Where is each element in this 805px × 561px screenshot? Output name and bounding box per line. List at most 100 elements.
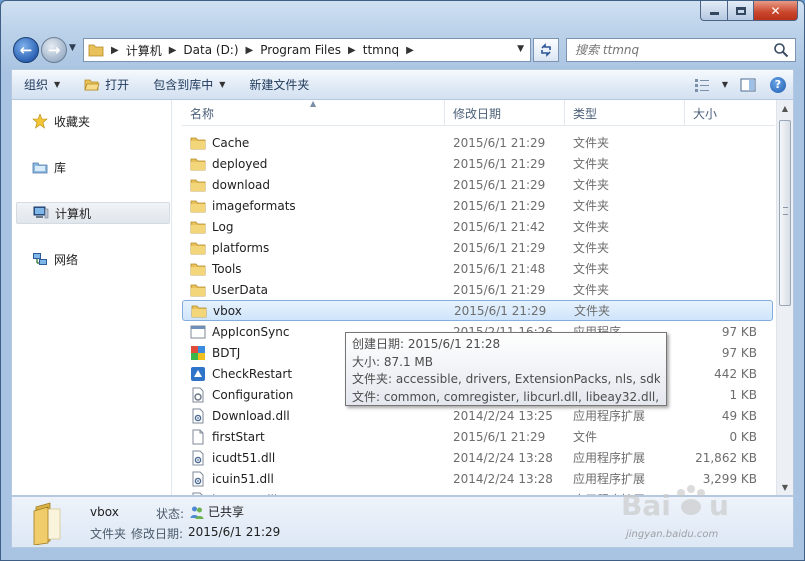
vertical-scrollbar[interactable]: ▲ ▼ (776, 100, 793, 495)
column-header-date[interactable]: 修改日期 (445, 100, 565, 126)
nav-item-favorites[interactable]: 收藏夹 (16, 110, 170, 132)
view-dropdown-button[interactable]: ▼ (717, 73, 733, 97)
file-name: Log (212, 219, 234, 234)
column-header-label: 大小 (693, 106, 718, 121)
details-modified: 2015/6/1 21:29 (188, 525, 281, 539)
folder-icon (88, 44, 104, 57)
file-name-cell[interactable]: Cache (182, 135, 445, 151)
close-button[interactable]: ✕ (754, 1, 798, 21)
file-row-icudt51-dll[interactable]: icudt51.dll 2014/2/24 13:28 应用程序扩展 21,862 K… (182, 447, 775, 468)
nav-item-label: 收藏夹 (54, 114, 91, 129)
forward-button[interactable]: → (41, 37, 67, 63)
file-name-cell[interactable]: Log (182, 219, 445, 235)
column-header-type[interactable]: 类型 (565, 100, 685, 126)
file-type: 文件夹 (573, 262, 610, 276)
breadcrumb-separator[interactable]: ▶ (111, 45, 119, 56)
file-row-deployed[interactable]: deployed 2015/6/1 21:29 文件夹 (182, 153, 775, 174)
search-icon[interactable] (773, 42, 789, 58)
open-button[interactable]: 打开 (72, 70, 141, 99)
file-name-cell[interactable]: vbox (183, 303, 446, 319)
breadcrumb-separator[interactable]: ▶ (348, 45, 356, 56)
maximize-button[interactable] (728, 1, 754, 21)
file-name-cell[interactable]: Download.dll (182, 408, 445, 424)
help-button[interactable]: ? (763, 73, 793, 97)
file-name-cell[interactable]: platforms (182, 240, 445, 256)
breadcrumb-computer[interactable]: 计算机 (126, 42, 162, 59)
view-options-button[interactable] (687, 73, 717, 97)
file-type: 文件夹 (573, 136, 610, 150)
tooltip-created: 创建日期: 2015/6/1 21:28 (352, 337, 501, 351)
column-header-name[interactable]: 名称 ▲ (182, 100, 445, 126)
new-folder-button[interactable]: 新建文件夹 (237, 70, 321, 99)
scroll-up-icon[interactable]: ▲ (777, 100, 793, 116)
breadcrumb-separator[interactable]: ▶ (246, 45, 254, 56)
folder-icon (190, 158, 206, 170)
file-type: 文件夹 (573, 178, 610, 192)
file-name-cell[interactable]: UserData (182, 282, 445, 298)
scroll-down-icon[interactable]: ▼ (777, 479, 793, 495)
file-row-platforms[interactable]: platforms 2015/6/1 21:29 文件夹 (182, 237, 775, 258)
file-size: 0 KB (729, 429, 757, 444)
details-modified-label: 修改日期: (131, 527, 184, 541)
file-name: BDTJ (212, 345, 241, 360)
nav-item-label: 库 (54, 160, 67, 175)
folder-icon (190, 263, 206, 275)
refresh-button[interactable] (533, 38, 559, 62)
address-bar[interactable]: ▶ 计算机 ▶ Data (D:) ▶ Program Files ▶ ttmn… (83, 38, 531, 62)
search-input[interactable] (575, 43, 775, 57)
history-dropdown-icon[interactable]: ▼ (69, 43, 76, 53)
file-row-download-dll[interactable]: Download.dll 2014/2/24 13:25 应用程序扩展 49 KB (182, 405, 775, 426)
svg-text:Bai: Bai (621, 489, 671, 522)
column-header-size[interactable]: 大小 (685, 100, 761, 126)
file-row-vbox[interactable]: vbox 2015/6/1 21:29 文件夹 (182, 300, 773, 321)
breadcrumb-separator[interactable]: ▶ (406, 45, 414, 56)
search-box[interactable] (566, 38, 796, 62)
file-row-firststart[interactable]: firstStart 2015/6/1 21:29 文件 0 KB (182, 426, 775, 447)
nav-item-network[interactable]: 网络 (16, 248, 170, 270)
nav-item-computer[interactable]: 计算机 (16, 202, 170, 224)
organize-label: 组织 (24, 78, 49, 92)
file-name-cell[interactable]: icuuc51.dll (182, 492, 445, 495)
file-date: 2015/6/1 21:29 (453, 177, 546, 192)
file-type: 文件夹 (573, 157, 610, 171)
breadcrumb-program-files[interactable]: Program Files (260, 43, 341, 57)
file-name: UserData (212, 282, 269, 297)
file-row-log[interactable]: Log 2015/6/1 21:42 文件夹 (182, 216, 775, 237)
file-name-cell[interactable]: download (182, 177, 445, 193)
app-blue-icon (191, 366, 205, 381)
file-row-imageformats[interactable]: imageformats 2015/6/1 21:29 文件夹 (182, 195, 775, 216)
file-date: 2015/6/1 21:29 (453, 429, 546, 444)
file-name-cell[interactable]: firstStart (182, 429, 445, 445)
scrollbar-thumb[interactable] (779, 120, 791, 306)
minimize-button[interactable] (700, 1, 728, 21)
nav-item-libraries[interactable]: 库 (16, 156, 170, 178)
file-name-cell[interactable]: Tools (182, 261, 445, 277)
file-date: 2015/6/1 21:29 (453, 156, 546, 171)
network-icon (33, 253, 47, 265)
back-button[interactable]: ← (13, 37, 39, 63)
preview-pane-button[interactable] (733, 73, 763, 97)
breadcrumb-drive[interactable]: Data (D:) (183, 43, 238, 57)
file-name-cell[interactable]: icudt51.dll (182, 450, 445, 466)
explorer-window: ✕ ← → ▼ ▶ 计算机 ▶ Data (D:) ▶ Program File… (0, 0, 805, 561)
file-row-userdata[interactable]: UserData 2015/6/1 21:29 文件夹 (182, 279, 775, 300)
organize-button[interactable]: 组织 ▼ (12, 70, 72, 99)
content-area: 收藏夹 库 计算机 网络 名称 ▲ 修改日期 类型 大小 Cache 2015/… (11, 100, 794, 496)
address-dropdown-icon[interactable]: ▼ (517, 44, 524, 54)
file-row-cache[interactable]: Cache 2015/6/1 21:29 文件夹 (182, 132, 775, 153)
breadcrumb-ttmnq[interactable]: ttmnq (363, 43, 399, 57)
dll-icon (192, 471, 204, 486)
open-folder-icon (84, 79, 100, 90)
file-row-download[interactable]: download 2015/6/1 21:29 文件夹 (182, 174, 775, 195)
details-status: 已共享 (190, 503, 244, 520)
file-name-cell[interactable]: icuin51.dll (182, 471, 445, 487)
file-name-cell[interactable]: deployed (182, 156, 445, 172)
large-folder-icon (33, 502, 61, 545)
breadcrumb-separator[interactable]: ▶ (169, 45, 177, 56)
file-size: 49 KB (721, 408, 757, 423)
file-row-tools[interactable]: Tools 2015/6/1 21:48 文件夹 (182, 258, 775, 279)
file-name-cell[interactable]: imageformats (182, 198, 445, 214)
include-in-library-button[interactable]: 包含到库中 ▼ (141, 70, 237, 99)
file-date: 2015/6/1 21:29 (453, 198, 546, 213)
app-colorful-icon (191, 345, 205, 360)
